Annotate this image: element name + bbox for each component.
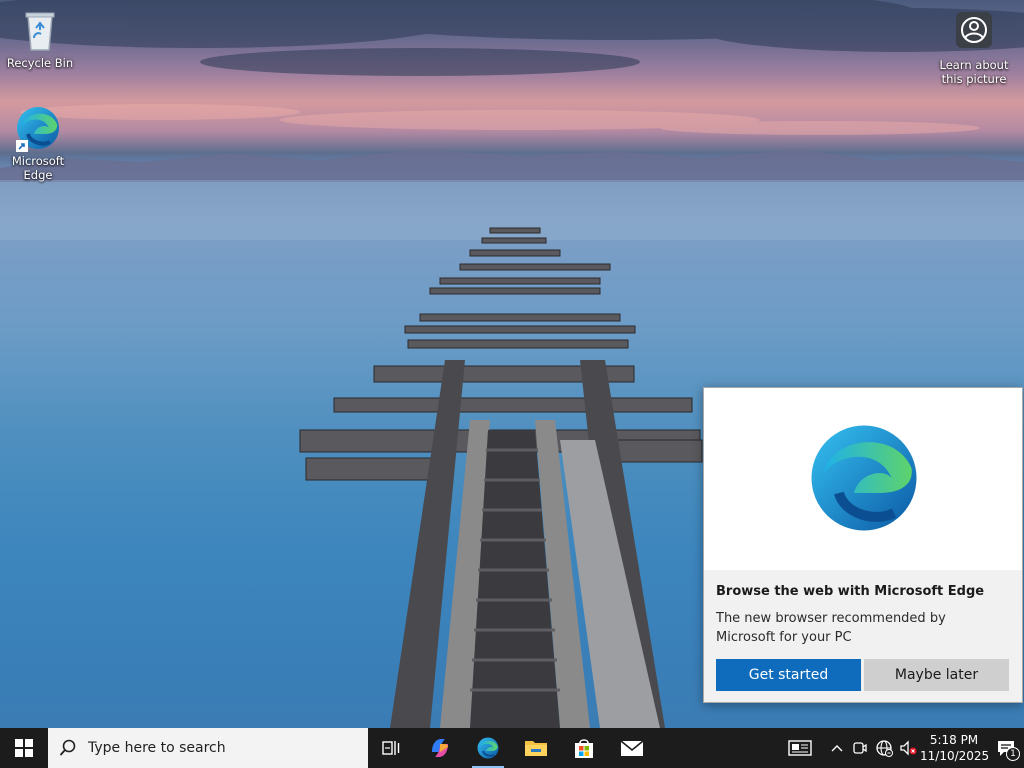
learn-about-picture-shortcut[interactable]: Learn about this picture — [936, 8, 1012, 86]
edge-logo-icon — [811, 425, 917, 531]
news-widget-button[interactable] — [780, 728, 820, 768]
show-hidden-icons-button[interactable] — [826, 728, 848, 768]
edge-icon — [14, 104, 62, 152]
search-icon — [48, 739, 88, 757]
edge-promo-hero — [704, 388, 1022, 570]
file-explorer-icon — [525, 741, 547, 756]
taskbar-edge-button[interactable] — [464, 728, 512, 768]
edge-label: Microsoft Edge — [11, 154, 65, 182]
search-placeholder: Type here to search — [88, 740, 226, 756]
recycle-bin-icon — [16, 6, 64, 54]
edge-promo-dialog: Browse the web with Microsoft Edge The n… — [703, 387, 1023, 703]
task-view-button[interactable] — [368, 728, 416, 768]
recycle-bin-label: Recycle Bin — [6, 56, 74, 70]
copilot-icon — [432, 739, 448, 757]
clock-time: 5:18 PM — [929, 733, 979, 747]
camera-device-icon — [853, 742, 867, 754]
popup-body: The new browser recommended by Microsoft… — [716, 611, 946, 645]
system-tray: 5:18 PM 11/10/2025 1 — [780, 728, 1024, 768]
meet-now-button[interactable] — [848, 728, 872, 768]
network-button[interactable] — [872, 728, 896, 768]
globe-icon — [876, 740, 893, 757]
clock[interactable]: 5:18 PM 11/10/2025 — [920, 732, 990, 764]
search-box[interactable]: Type here to search — [48, 728, 368, 768]
store-button[interactable] — [560, 728, 608, 768]
maybe-later-button[interactable]: Maybe later — [864, 659, 1009, 691]
notifications-button[interactable]: 1 — [988, 728, 1024, 768]
recycle-bin-shortcut[interactable]: Recycle Bin — [2, 6, 78, 70]
file-explorer-button[interactable] — [512, 728, 560, 768]
start-button[interactable] — [0, 728, 48, 768]
pier-illustration — [299, 227, 703, 728]
mail-icon — [620, 740, 644, 756]
popup-title: Browse the web with Microsoft Edge — [716, 584, 985, 599]
taskbar: Type here to search 5:18 PM 11/10/2025 1 — [0, 728, 1024, 768]
speaker-muted-icon — [900, 740, 917, 756]
clock-date: 11/10/2025 — [920, 749, 990, 763]
store-icon — [575, 739, 593, 758]
volume-button[interactable] — [896, 728, 920, 768]
notification-count-badge: 1 — [1006, 747, 1020, 761]
windows-logo-icon — [15, 739, 33, 757]
get-started-button[interactable]: Get started — [716, 659, 861, 691]
edge-shortcut[interactable]: Microsoft Edge — [0, 104, 76, 182]
mail-button[interactable] — [608, 728, 656, 768]
learn-about-picture-label: Learn about this picture — [939, 58, 1009, 86]
copilot-button[interactable] — [416, 728, 464, 768]
edge-icon — [477, 737, 499, 759]
chevron-up-icon — [831, 745, 843, 752]
camera-icon — [950, 8, 998, 56]
task-view-icon — [382, 741, 400, 755]
news-icon — [788, 740, 812, 756]
